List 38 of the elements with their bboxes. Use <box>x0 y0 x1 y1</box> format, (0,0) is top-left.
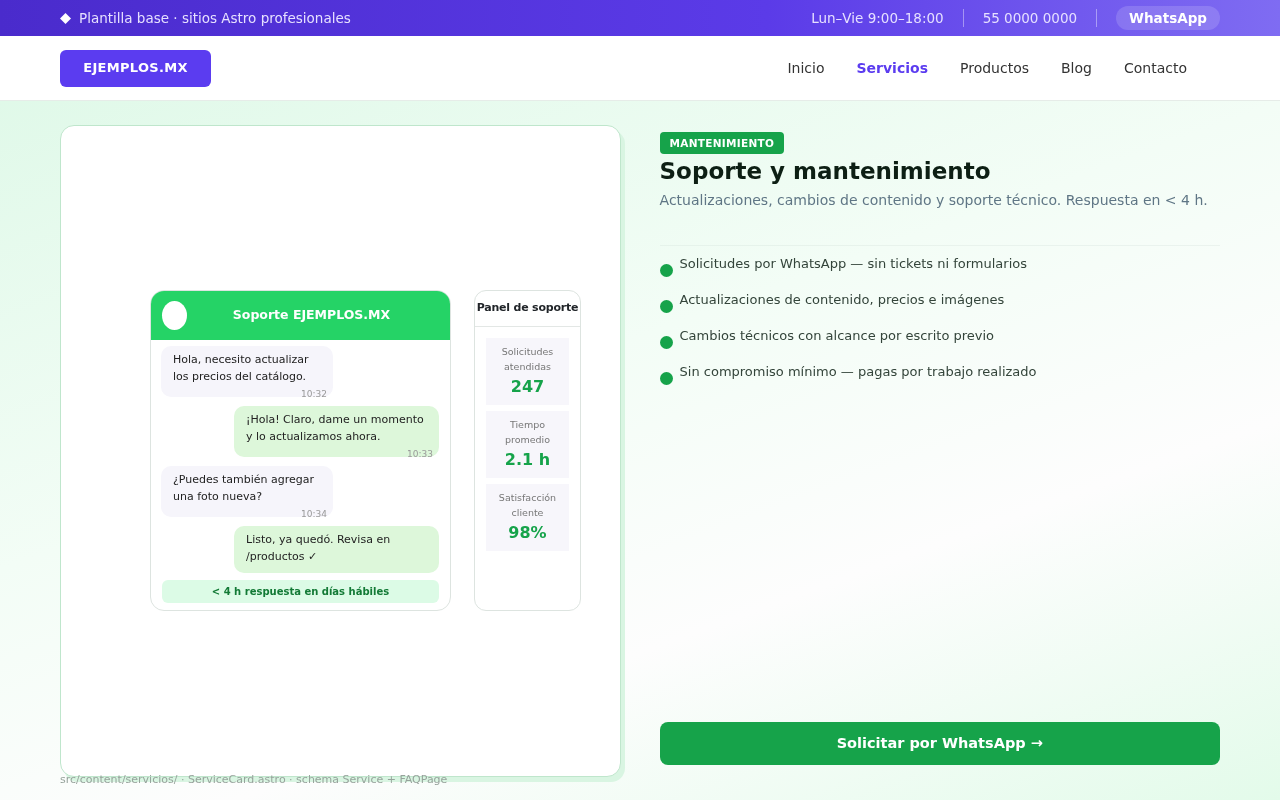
nav-link[interactable]: Productos <box>944 57 1045 79</box>
nav-link[interactable]: Blog <box>1045 57 1108 79</box>
response-time-note: < 4 h respuesta en días hábiles <box>162 580 439 603</box>
nav-link[interactable]: Servicios <box>840 57 944 79</box>
message-text: Hola, necesito actualizar los precios del catálogo. <box>173 352 310 385</box>
feature-text: Solicitudes por WhatsApp — sin tickets ni formularios <box>679 255 1027 273</box>
stat-label: Solicitudes atendidas <box>500 345 555 374</box>
bullet-icon <box>659 300 673 313</box>
message-text: Listo, ya quedó. Revisa en /productos ✓ <box>246 532 392 565</box>
stat-value: 98% <box>507 522 548 544</box>
avatar-icon <box>162 301 187 330</box>
message-time: 10:33 <box>406 448 433 461</box>
feature-text: Cambios técnicos con alcance por escrito previo <box>679 327 995 345</box>
stat-label: Tiempo promedio <box>503 418 552 447</box>
phone-number: 55 0000 0000 <box>982 8 1078 28</box>
service-title: Soporte y mantenimiento <box>659 158 992 184</box>
service-description: Actualizaciones, cambios de contenido y soporte técnico. Respuesta en < 4 h. <box>659 191 1209 210</box>
message-time: 10:32 <box>300 388 327 401</box>
source-note: src/content/servicios/ · ServiceCard.astro · schema Service + FAQPage <box>60 772 448 788</box>
message-time: 10:34 <box>300 508 327 521</box>
stat-label: Satisfacción cliente <box>497 491 558 520</box>
nav-link[interactable]: Inicio <box>771 57 841 79</box>
category-tag: MANTENIMIENTO <box>659 132 785 154</box>
message-text: ¿Puedes también agregar una foto nueva? <box>173 472 316 505</box>
feature-text: Actualizaciones de contenido, precios e imágenes <box>679 291 1005 309</box>
message-text: ¡Hola! Claro, dame un momento y lo actualizamos ahora. <box>246 412 425 445</box>
stat-value: 2.1 h <box>503 449 552 471</box>
chat-title: Soporte EJEMPLOS.MX <box>232 306 391 325</box>
bullet-icon <box>659 372 673 385</box>
feature-text: Sin compromiso mínimo — pagas por trabajo realizado <box>679 363 1037 381</box>
tagline: Plantilla base · sitios Astro profesionales <box>79 8 351 28</box>
nav-link[interactable]: Contacto <box>1107 57 1203 79</box>
business-hours: Lun–Vie 9:00–18:00 <box>811 8 944 28</box>
bullet-icon <box>659 264 673 277</box>
panel-title: Panel de soporte <box>475 291 580 327</box>
stat-value: 247 <box>509 376 546 398</box>
brand-logo[interactable]: EJEMPLOS.MX <box>60 49 211 87</box>
bullet-icon <box>659 336 673 349</box>
